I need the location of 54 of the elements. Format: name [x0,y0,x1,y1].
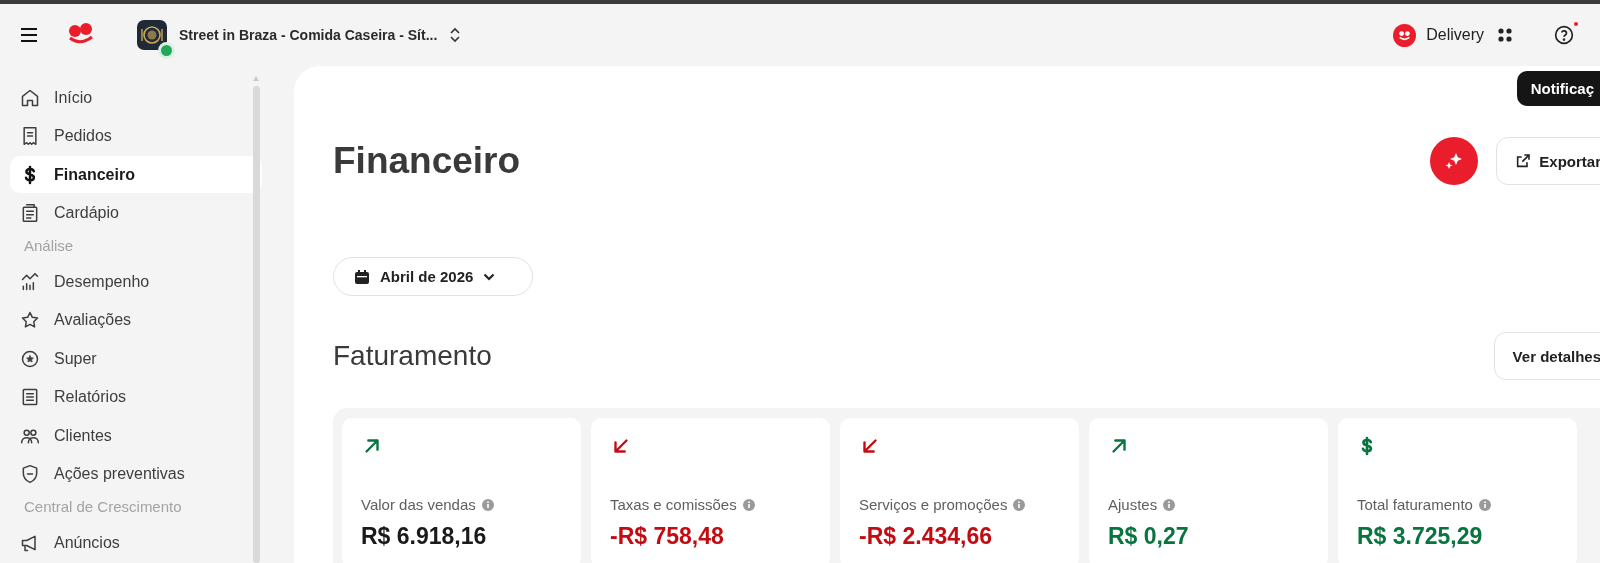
section-heading: Análise [23,236,75,256]
sidebar-item[interactable]: Início [10,79,262,116]
external-link-icon [1515,153,1532,169]
chart-icon [20,271,40,292]
sidebar-item[interactable]: Financeiro [10,156,262,193]
info-icon[interactable] [481,498,494,511]
receipt-icon [20,126,40,146]
info-icon[interactable] [1013,498,1026,511]
card-value: R$ 6.918,16 [361,523,488,550]
card-value: R$ 0,27 [1108,523,1190,550]
list-icon [20,387,40,407]
chevron-down-icon [483,272,496,281]
star-icon [20,310,40,330]
switch-restaurant-icon[interactable] [449,27,462,43]
section-title: Faturamento [333,340,492,372]
card-label: Valor das vendas [361,496,476,513]
sidebar-item[interactable]: Ações preventivas [10,455,262,493]
period-dropdown[interactable]: Abril de 2026 [333,257,533,296]
details-button[interactable]: Ver detalhes [1493,332,1600,380]
apps-grid-icon[interactable] [1498,28,1512,42]
restaurant-logo-icon [137,20,167,50]
info-icon[interactable] [1163,498,1176,511]
calendar-icon [354,268,370,285]
product-switcher[interactable]: Delivery [1393,23,1484,47]
sidebar-item[interactable]: Cardápio [10,194,262,232]
section-heading: Central de Crescimento [23,497,183,517]
menu-book-icon [20,203,40,223]
page-title: Financeiro [333,140,521,182]
sidebar-item[interactable]: Desempenho [10,263,262,300]
restaurant-name: Street in Braza - Comida Caseira - Sít... [179,27,438,43]
sidebar-item[interactable]: Pedidos [10,117,262,155]
sidebar-item[interactable]: Super [10,340,262,377]
info-icon[interactable] [1478,498,1491,511]
tooltip: Notificaç [1516,71,1600,106]
sidebar-item[interactable]: Relatórios [10,378,262,416]
card-label: Ajustes [1108,496,1158,513]
export-button[interactable]: Exportar [1496,137,1600,185]
card-label: Serviços e promoções [859,496,1008,513]
sidebar-item[interactable]: Avaliações [10,301,262,339]
card-label: Total faturamento [1357,496,1473,513]
star-circle-icon [20,348,40,369]
shield-icon [20,464,40,484]
product-logo-icon [1393,23,1417,47]
card-value: R$ 3.725,29 [1357,523,1484,550]
card-value: -R$ 2.434,66 [859,523,993,550]
scrollbar-thumb[interactable] [253,86,260,563]
sidebar-item[interactable]: Anúncios [10,524,262,561]
card-value: -R$ 758,48 [610,523,725,550]
assistant-button[interactable] [1430,137,1479,185]
card-label: Taxas e comissões [610,496,737,513]
menu-icon[interactable] [20,28,38,42]
home-icon [20,87,40,108]
sidebar-item[interactable]: Clientes [10,417,262,454]
info-icon[interactable] [742,498,755,511]
